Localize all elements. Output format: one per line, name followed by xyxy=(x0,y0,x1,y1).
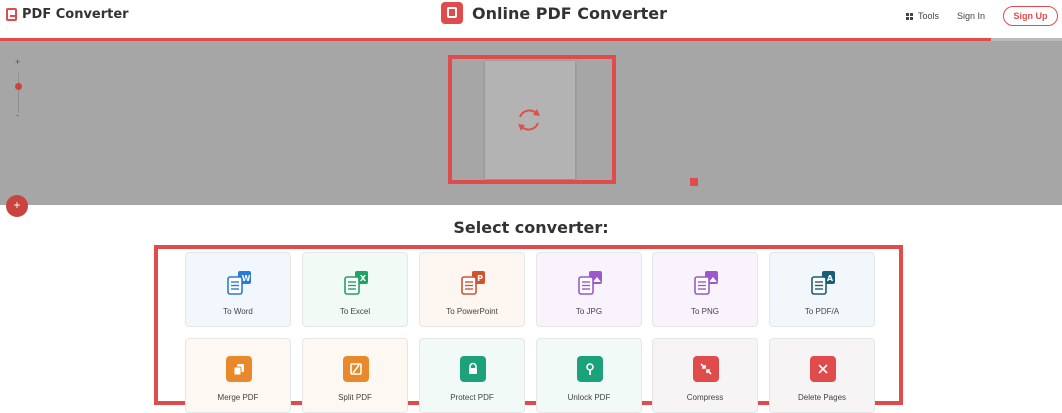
zoom-slider-track[interactable] xyxy=(18,73,19,113)
converter-card-label: Delete Pages xyxy=(797,393,847,402)
converter-card-label: To PNG xyxy=(690,307,719,316)
pdfa-doc-icon: A xyxy=(810,270,836,296)
zoom-slider-handle[interactable] xyxy=(15,83,22,90)
converter-card-to-powerpoint[interactable]: P To PowerPoint xyxy=(419,252,525,327)
converter-card-to-pdf-a[interactable]: A To PDF/A xyxy=(769,252,875,327)
compress-icon xyxy=(693,356,719,382)
converter-card-label: To PowerPoint xyxy=(446,307,498,316)
tools-label: Tools xyxy=(917,11,939,21)
sign-up-button[interactable]: Sign Up xyxy=(1003,6,1058,26)
converter-card-merge-pdf[interactable]: Merge PDF xyxy=(185,338,291,413)
svg-text:W: W xyxy=(242,274,251,283)
converter-card-label: To PDF/A xyxy=(804,307,840,316)
brand-name: PDF Converter xyxy=(22,6,129,22)
svg-text:X: X xyxy=(360,274,367,283)
pdf-app-icon xyxy=(441,2,463,24)
page-title-text: Online PDF Converter xyxy=(472,3,667,23)
svg-text:P: P xyxy=(477,274,483,283)
converter-card-label: Protect PDF xyxy=(450,393,494,402)
converter-card-to-png[interactable]: To PNG xyxy=(652,252,758,327)
brand-link[interactable]: PDF Converter xyxy=(6,6,129,22)
pdf-logo-icon xyxy=(6,7,17,21)
word-doc-icon: W xyxy=(226,270,252,296)
converter-card-label: Merge PDF xyxy=(217,393,259,402)
excel-doc-icon: X xyxy=(343,270,369,296)
grid-icon xyxy=(905,12,913,20)
converter-card-to-jpg[interactable]: To JPG xyxy=(536,252,642,327)
converter-card-delete-pages[interactable]: Delete Pages xyxy=(769,338,875,413)
converter-card-compress[interactable]: Compress xyxy=(652,338,758,413)
page-title: Online PDF Converter xyxy=(441,2,667,24)
zoom-in-button[interactable]: + xyxy=(15,57,20,67)
png-doc-icon xyxy=(693,270,719,296)
merge-icon xyxy=(226,356,252,382)
powerpoint-doc-icon: P xyxy=(460,270,486,296)
unlock-icon xyxy=(577,356,603,382)
converter-card-to-word[interactable]: W To Word xyxy=(185,252,291,327)
delete-icon xyxy=(810,356,836,382)
section-title: Select converter: xyxy=(453,218,609,237)
tools-menu-button[interactable]: Tools xyxy=(905,11,939,21)
svg-text:A: A xyxy=(827,274,834,283)
zoom-out-button[interactable]: - xyxy=(16,110,19,120)
converter-card-protect-pdf[interactable]: Protect PDF xyxy=(419,338,525,413)
converter-card-unlock-pdf[interactable]: Unlock PDF xyxy=(536,338,642,413)
converter-card-label: Compress xyxy=(686,393,724,402)
header: PDF Converter Online PDF Converter Tools… xyxy=(0,0,1062,38)
jpg-doc-icon xyxy=(577,270,603,296)
converter-card-label: To Excel xyxy=(339,307,371,316)
converter-card-label: To Word xyxy=(223,307,253,316)
converter-card-split-pdf[interactable]: Split PDF xyxy=(302,338,408,413)
add-file-button[interactable]: + xyxy=(6,195,28,217)
converter-card-label: Unlock PDF xyxy=(567,393,611,402)
converter-card-to-excel[interactable]: X To Excel xyxy=(302,252,408,327)
split-icon xyxy=(343,356,369,382)
lock-icon xyxy=(460,356,486,382)
highlight-frame xyxy=(448,55,616,184)
sign-in-link[interactable]: Sign In xyxy=(957,11,985,21)
top-nav: Tools Sign In Sign Up xyxy=(905,6,1058,26)
document-viewer: + - + xyxy=(0,41,1062,217)
marker-dot xyxy=(690,178,698,186)
converter-card-label: To JPG xyxy=(575,307,603,316)
converter-card-label: Split PDF xyxy=(338,393,372,402)
